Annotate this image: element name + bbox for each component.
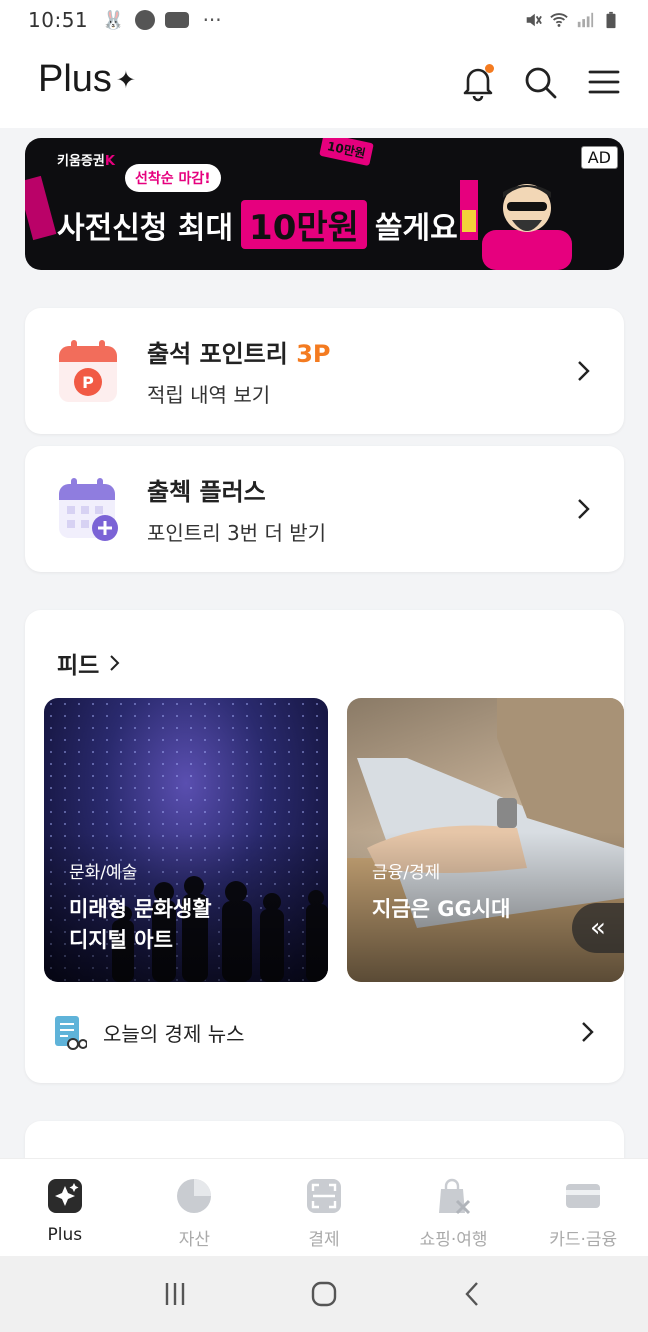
calendar-plus-icon — [59, 478, 118, 541]
chevron-right-icon — [110, 655, 120, 671]
banner-headline: 사전신청 최대 10만원 쏠게요 — [57, 200, 458, 249]
app-header: Plus ✦ — [0, 40, 648, 128]
chevron-right-icon — [578, 361, 590, 381]
feed-title: 피드 — [57, 653, 100, 679]
s-app-icon — [134, 10, 155, 30]
ad-label: AD — [580, 146, 618, 169]
nav-item-shopping-travel[interactable]: 쇼핑·여행 — [389, 1159, 519, 1256]
search-icon — [525, 67, 557, 99]
nav-item-assets[interactable]: 자산 — [130, 1159, 260, 1256]
bottom-navigation: Plus 자산 결제 쇼핑·여행 카드·금융 — [0, 1158, 648, 1256]
chevron-right-icon — [582, 1022, 594, 1042]
banner-character-illustration — [460, 180, 572, 270]
point-calendar-icon: P — [59, 340, 117, 402]
banner-pill: 선착순 마감! — [125, 164, 221, 192]
bunny-icon: 🐰 — [102, 9, 125, 31]
nav-item-payment[interactable]: 결제 — [259, 1159, 389, 1256]
nav-item-card-finance[interactable]: 카드·금융 — [518, 1159, 648, 1256]
attendance-points: 3P — [296, 340, 331, 368]
notification-icons: 🐰 ··· — [102, 8, 222, 32]
scan-icon — [306, 1179, 341, 1213]
page-title: Plus ✦ — [38, 58, 137, 100]
more-notifications-icon: ··· — [202, 8, 222, 32]
status-bar: 10:51 🐰 ··· — [0, 0, 648, 40]
feed-item-category: 금융/경제 — [372, 863, 441, 883]
chevron-right-icon — [578, 499, 590, 519]
wifi-icon — [550, 13, 568, 27]
double-chevron-left-icon: « — [590, 913, 606, 943]
nav-label: 결제 — [308, 1230, 340, 1250]
feed-card: 피드 문화/예술 미래형 문화생활 디지털 아트 금융/경제 지금은 GG시대 … — [25, 610, 624, 1083]
check-plus-texts: 출첵 플러스 포인트리 3번 더 받기 — [147, 472, 576, 546]
nav-item-plus[interactable]: Plus — [0, 1159, 130, 1256]
notification-dot — [485, 64, 494, 73]
news-label: 오늘의 경제 뉴스 — [103, 1021, 245, 1046]
check-plus-title: 출첵 플러스 — [147, 478, 266, 506]
recent-apps-icon[interactable] — [160, 1279, 190, 1309]
banner-decoration — [25, 175, 57, 241]
system-indicators — [524, 11, 620, 29]
feed-item-headline: 지금은 GG시대 — [372, 897, 511, 921]
check-plus-card[interactable]: 출첵 플러스 포인트리 3번 더 받기 — [25, 446, 624, 572]
notification-button[interactable] — [458, 62, 498, 102]
feed-item-gg-era[interactable]: 금융/경제 지금은 GG시대 « — [347, 698, 624, 982]
economic-news-link[interactable]: 오늘의 경제 뉴스 — [53, 1012, 596, 1052]
banner-brand: 키움증권K — [57, 154, 115, 169]
feed-item-category: 문화/예술 — [69, 863, 138, 883]
search-button[interactable] — [520, 62, 560, 102]
mute-icon — [526, 13, 542, 27]
back-icon[interactable] — [458, 1279, 488, 1309]
attendance-texts: 출석 포인트리 3P 적립 내역 보기 — [147, 334, 576, 408]
nav-label: Plus — [47, 1225, 83, 1245]
system-navigation-bar — [0, 1256, 648, 1332]
scroll-back-button[interactable]: « — [572, 903, 624, 953]
status-time: 10:51 — [28, 8, 89, 32]
feed-item-headline: 미래형 문화생활 디지털 아트 — [69, 897, 212, 952]
nav-label: 카드·금융 — [549, 1230, 618, 1250]
battery-icon — [606, 11, 616, 29]
nav-label: 자산 — [178, 1230, 211, 1250]
check-plus-subtitle: 포인트리 3번 더 받기 — [147, 521, 326, 545]
plus-sparkle-icon — [47, 1179, 82, 1213]
shopping-bag-icon — [438, 1178, 470, 1215]
news-reading-icon — [55, 1016, 87, 1050]
pie-chart-icon — [177, 1179, 212, 1213]
svg-text:P: P — [82, 373, 94, 392]
sparkle-icon: ✦ — [115, 67, 137, 95]
feed-item-digital-art[interactable]: 문화/예술 미래형 문화생활 디지털 아트 — [44, 698, 328, 982]
hamburger-menu-icon — [588, 70, 620, 94]
attendance-subtitle: 적립 내역 보기 — [147, 383, 271, 407]
menu-button[interactable] — [584, 62, 624, 102]
banner-tag: 10만원 — [319, 138, 374, 167]
card-icon — [566, 1184, 601, 1208]
nav-label: 쇼핑·여행 — [419, 1230, 488, 1250]
attendance-title: 출석 포인트리 3P — [147, 340, 331, 368]
ad-banner[interactable]: 키움증권K 선착순 마감! 10만원 사전신청 최대 10만원 쏠게요 AD — [25, 138, 624, 270]
feed-title-link[interactable]: 피드 — [57, 646, 121, 680]
home-icon[interactable] — [309, 1279, 339, 1309]
youtube-icon — [164, 12, 189, 28]
attendance-points-card[interactable]: P 출석 포인트리 3P 적립 내역 보기 — [25, 308, 624, 434]
signal-icon — [577, 12, 594, 28]
